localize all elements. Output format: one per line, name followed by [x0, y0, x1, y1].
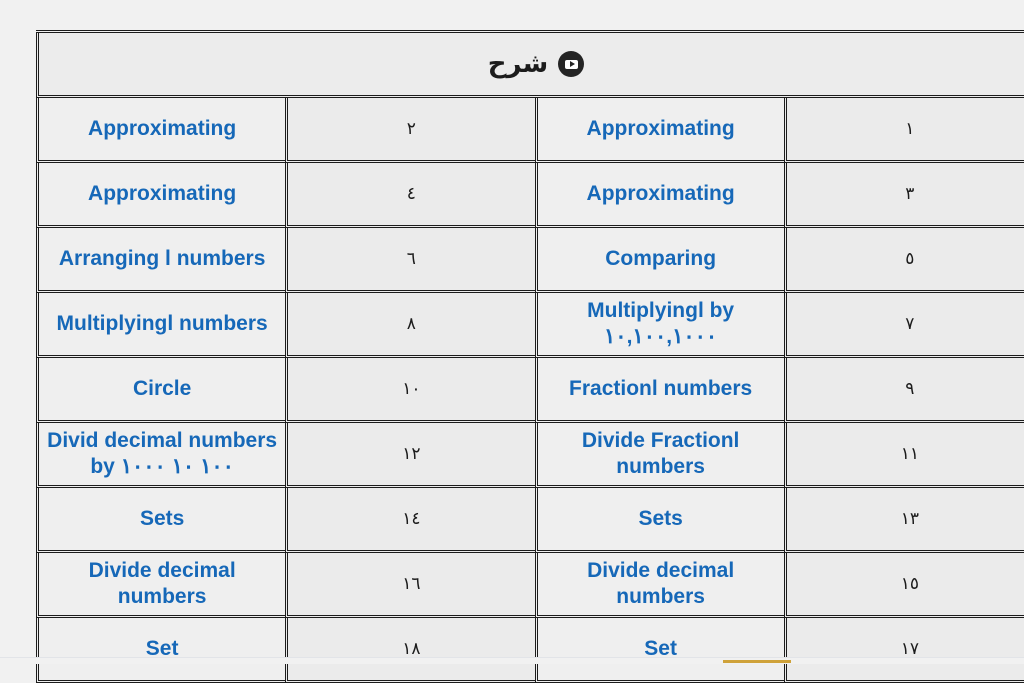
lesson-title-cell-left[interactable]: Set [36, 618, 286, 683]
lesson-number-label: ١٥ [900, 573, 919, 594]
lesson-number-cell-right: ٧ [783, 293, 1024, 358]
lesson-number-cell-left: ٦ [285, 228, 535, 293]
youtube-play-icon[interactable] [558, 51, 585, 77]
lesson-number-label: ٨ [406, 313, 416, 334]
table-row: Multiplyingl numbers ٨ Multiplyingl by ١… [36, 293, 1024, 358]
lesson-title-cell-right[interactable]: Fractionl numbers [534, 358, 784, 423]
lesson-title-cell-left[interactable]: Multiplyingl numbers [36, 293, 286, 358]
lesson-number-label: ١٢ [402, 443, 421, 464]
lesson-number-cell-right: ٣ [783, 163, 1024, 228]
youtube-play-icon-triangle [569, 61, 575, 67]
lesson-title-cell-left[interactable]: Approximating [36, 98, 286, 163]
lesson-number-label: ٥ [905, 248, 915, 269]
lesson-number-label: ١٤ [402, 508, 421, 529]
lesson-title-label: Sets [638, 507, 683, 531]
lesson-number-cell-right: ٥ [783, 228, 1024, 293]
lesson-number-label: ٢ [406, 118, 416, 139]
lesson-number-label: ٧ [905, 313, 915, 334]
lesson-title-label: Comparing [605, 247, 717, 271]
lesson-title-label: Divide Fractionl numbers [581, 429, 740, 478]
lesson-number-label: ١١ [900, 443, 919, 464]
lesson-title-cell-right[interactable]: Divide decimal numbers [534, 553, 784, 618]
lesson-number-cell-right: ١١ [783, 423, 1024, 488]
lesson-title-cell-right[interactable]: Set [534, 618, 784, 683]
lesson-number-label: ١٨ [402, 638, 421, 659]
lesson-title-label: Circle [132, 377, 192, 401]
lesson-title-label: Fractionl numbers [569, 377, 753, 401]
lesson-title-cell-right[interactable]: Approximating [534, 98, 784, 163]
table-header: شرح [36, 33, 1024, 98]
table-row: Divid decimal numbers by ١٠٠ ١٠ ١٠٠٠ ١٢ … [36, 423, 1024, 488]
bottom-strip-tick [723, 660, 791, 663]
lesson-number-label: ١٠ [402, 378, 421, 399]
lesson-number-cell-left: ١٤ [285, 488, 535, 553]
lesson-number-cell-left: ٨ [285, 293, 535, 358]
lesson-number-cell-left: ١٢ [285, 423, 535, 488]
header-row: شرح [36, 33, 1024, 98]
lesson-title-cell-left[interactable]: Divide decimal numbers [36, 553, 286, 618]
lesson-number-cell-left: ٤ [285, 163, 535, 228]
lesson-title-label: Approximating [586, 117, 735, 141]
youtube-play-icon-screen [564, 59, 578, 69]
bottom-strip [0, 657, 1024, 664]
lesson-title-label: Multiplyingl by ١٠,١٠٠,١٠٠٠ [587, 299, 735, 348]
lesson-number-cell-right: ١٧ [783, 618, 1024, 683]
lesson-number-label: ٣ [905, 183, 915, 204]
lesson-title-cell-left[interactable]: Circle [36, 358, 286, 423]
lesson-title-cell-left[interactable]: Approximating [36, 163, 286, 228]
lesson-title-cell-right[interactable]: Multiplyingl by ١٠,١٠٠,١٠٠٠ [534, 293, 784, 358]
lesson-title-cell-right[interactable]: Divide Fractionl numbers [534, 423, 784, 488]
table-row: Approximating ٢ Approximating ١ [36, 98, 1024, 163]
table-row: Approximating ٤ Approximating ٣ [36, 163, 1024, 228]
lesson-number-cell-right: ١ [783, 98, 1024, 163]
lesson-title-label: Divide decimal numbers [587, 559, 735, 608]
lesson-number-label: ١ [905, 118, 915, 139]
lesson-number-label: ١٣ [900, 508, 919, 529]
lesson-title-label: Divide decimal numbers [88, 559, 236, 608]
table-row: Arranging l numbers ٦ Comparing ٥ [36, 228, 1024, 293]
table-row: Circle ١٠ Fractionl numbers ٩ [36, 358, 1024, 423]
lesson-title-cell-right[interactable]: Sets [534, 488, 784, 553]
lesson-number-cell-right: ١٣ [783, 488, 1024, 553]
table-row: Set ١٨ Set ١٧ [36, 618, 1024, 683]
lesson-title-label: Multiplyingl numbers [56, 312, 268, 336]
lesson-index-table: شرح Approximating ٢ Approximating ١ Appr… [36, 30, 1024, 683]
lesson-title-label: Sets [139, 507, 185, 531]
lesson-number-label: ٤ [406, 183, 416, 204]
table-row: Sets ١٤ Sets ١٣ [36, 488, 1024, 553]
page-title: شرح [487, 49, 549, 79]
lesson-number-cell-right: ٩ [783, 358, 1024, 423]
header-inner: شرح [39, 51, 1024, 77]
lesson-title-label: Arranging l numbers [58, 247, 266, 271]
lesson-title-label: Approximating [586, 182, 735, 206]
lesson-number-label: ٦ [406, 248, 416, 269]
lesson-title-label: Approximating [88, 182, 237, 206]
lesson-number-label: ١٦ [402, 573, 421, 594]
lesson-number-cell-left: ١٠ [285, 358, 535, 423]
page-canvas: شرح Approximating ٢ Approximating ١ Appr… [0, 0, 1024, 683]
header-cell: شرح [36, 33, 1024, 98]
table-body: Approximating ٢ Approximating ١ Approxim… [36, 98, 1024, 683]
lesson-number-cell-right: ١٥ [783, 553, 1024, 618]
lesson-number-cell-left: ١٦ [285, 553, 535, 618]
lesson-title-cell-right[interactable]: Comparing [534, 228, 784, 293]
lesson-title-label: Divid decimal numbers by ١٠٠ ١٠ ١٠٠٠ [47, 429, 278, 478]
lesson-title-cell-right[interactable]: Approximating [534, 163, 784, 228]
lesson-title-cell-left[interactable]: Sets [36, 488, 286, 553]
lesson-title-label: Approximating [88, 117, 237, 141]
lesson-number-cell-left: ٢ [285, 98, 535, 163]
lesson-title-cell-left[interactable]: Arranging l numbers [36, 228, 286, 293]
lesson-number-cell-left: ١٨ [285, 618, 535, 683]
table-row: Divide decimal numbers ١٦ Divide decimal… [36, 553, 1024, 618]
lesson-title-cell-left[interactable]: Divid decimal numbers by ١٠٠ ١٠ ١٠٠٠ [36, 423, 286, 488]
lesson-number-label: ١٧ [900, 638, 919, 659]
lesson-number-label: ٩ [905, 378, 915, 399]
